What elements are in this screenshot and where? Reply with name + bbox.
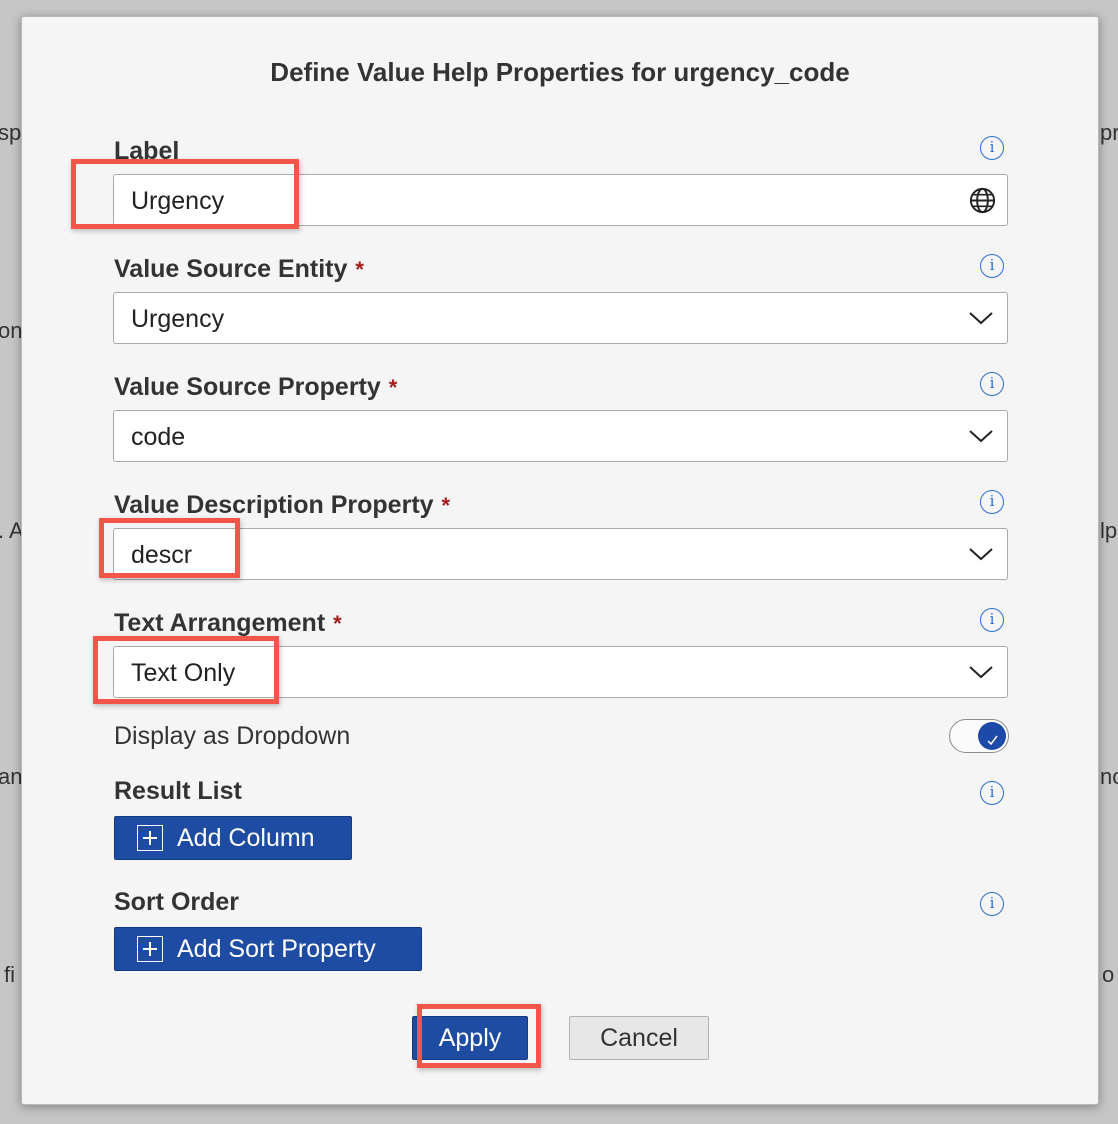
info-icon[interactable]: i	[980, 136, 1004, 160]
text-arrangement-select[interactable]: Text Only	[113, 646, 1008, 698]
value-description-property-value: descr	[131, 541, 193, 569]
add-column-button[interactable]: Add Column	[114, 816, 352, 860]
required-marker: *	[333, 611, 342, 636]
info-icon[interactable]: i	[980, 608, 1004, 632]
info-icon[interactable]: i	[980, 781, 1004, 805]
label-field-label: Label	[114, 137, 179, 166]
dialog-title: Define Value Help Properties for urgency…	[270, 57, 850, 87]
info-icon[interactable]: i	[980, 490, 1004, 514]
sort-order-label: Sort Order	[114, 888, 240, 916]
value-source-entity-label-text: Value Source Entity	[114, 255, 348, 283]
add-sort-property-button-label: Add Sort Property	[177, 934, 376, 963]
display-as-dropdown-label: Display as Dropdown	[114, 722, 351, 750]
apply-button[interactable]: Apply	[412, 1016, 528, 1060]
background-text-fragment: lp	[1100, 518, 1118, 543]
chevron-down-icon[interactable]	[968, 663, 994, 681]
required-marker: *	[388, 375, 398, 400]
value-source-property-label: Value Source Property *	[114, 373, 397, 402]
label-field-label-text: Label	[114, 137, 180, 165]
value-description-property-label: Value Description Property *	[114, 491, 450, 520]
background-text-fragment: sp	[0, 120, 22, 145]
background-text-fragment: pr	[1100, 120, 1118, 145]
chevron-down-icon[interactable]	[968, 427, 994, 445]
background-text-fragment: an	[0, 764, 23, 789]
chevron-down-icon[interactable]	[968, 309, 994, 327]
value-source-entity-select[interactable]: Urgency	[113, 292, 1008, 344]
checkmark-icon	[987, 735, 998, 746]
chevron-down-icon[interactable]	[968, 545, 994, 563]
value-source-property-label-text: Value Source Property	[114, 373, 381, 401]
info-icon[interactable]: i	[980, 254, 1004, 278]
value-source-property-value: code	[131, 423, 186, 451]
text-arrangement-value: Text Only	[131, 659, 236, 687]
text-arrangement-label: Text Arrangement *	[114, 609, 342, 638]
result-list-label: Result List	[114, 777, 242, 805]
background-text-fragment: on	[0, 318, 23, 343]
required-marker: *	[355, 257, 364, 282]
cancel-button[interactable]: Cancel	[569, 1016, 709, 1060]
value-source-property-select[interactable]: code	[113, 410, 1008, 462]
plus-square-icon	[137, 825, 163, 851]
background-text-fragment: o	[1102, 962, 1115, 987]
info-icon[interactable]: i	[980, 372, 1004, 396]
label-input[interactable]: Urgency	[113, 174, 1008, 226]
value-help-dialog: Define Value Help Properties for urgency…	[21, 16, 1099, 1105]
add-column-button-label: Add Column	[177, 823, 315, 852]
globe-icon[interactable]	[968, 186, 997, 215]
toggle-knob	[978, 722, 1006, 750]
display-as-dropdown-toggle[interactable]	[949, 719, 1009, 753]
info-icon[interactable]: i	[980, 892, 1004, 916]
value-description-property-label-text: Value Description Property	[114, 491, 434, 519]
value-source-entity-value: Urgency	[131, 305, 225, 333]
text-arrangement-label-text: Text Arrangement	[114, 609, 326, 637]
background-text-fragment: fi	[4, 962, 15, 987]
required-marker: *	[441, 493, 451, 518]
value-source-entity-label: Value Source Entity *	[114, 255, 364, 284]
label-input-value: Urgency	[131, 187, 225, 215]
add-sort-property-button[interactable]: Add Sort Property	[114, 927, 422, 971]
plus-square-icon	[137, 936, 163, 962]
background-text-fragment: nc	[1100, 764, 1118, 789]
value-description-property-select[interactable]: descr	[113, 528, 1008, 580]
